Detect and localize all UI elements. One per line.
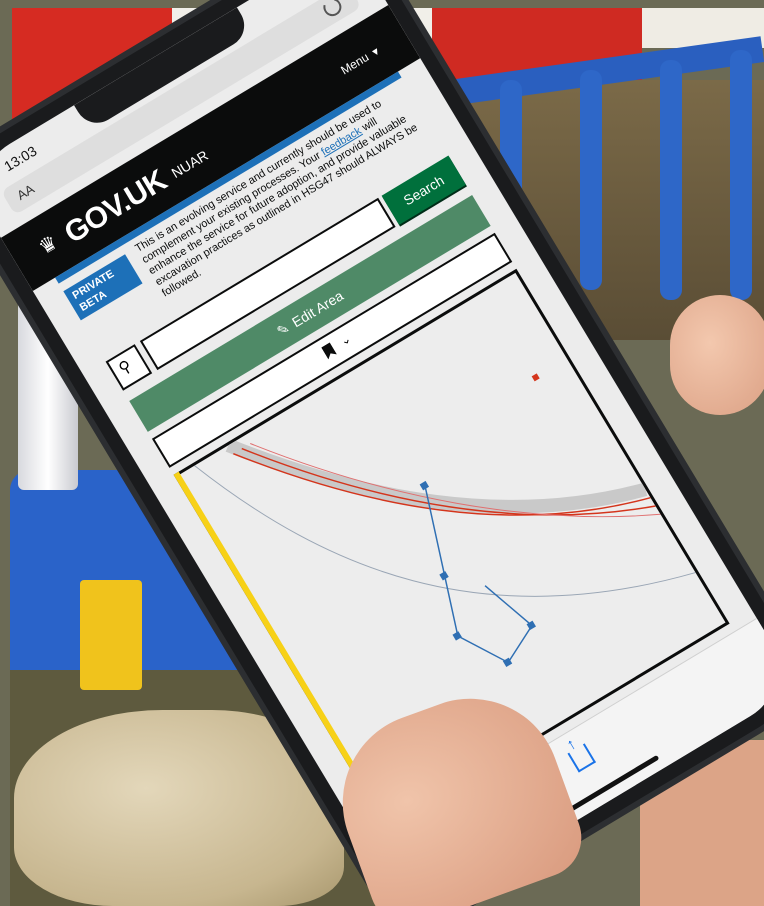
bookmark-icon — [321, 342, 337, 359]
crown-icon: ♛ — [35, 231, 62, 260]
fence-bar — [730, 50, 752, 300]
menu-label: Menu — [338, 49, 372, 78]
service-name[interactable]: NUAR — [169, 147, 211, 181]
edit-area-label: Edit Area — [289, 287, 347, 331]
pencil-icon: ✎ — [273, 319, 293, 340]
yellow-marker-post — [80, 580, 142, 690]
chevron-down-icon: ⌄ — [337, 331, 354, 349]
share-icon[interactable] — [567, 743, 596, 773]
menu-button[interactable]: Menu▼ — [338, 43, 384, 78]
asset-node-red[interactable] — [531, 373, 540, 382]
caret-down-icon: ▼ — [369, 45, 384, 60]
search-icon: ⚲ — [116, 357, 135, 379]
hand-finger — [670, 295, 764, 415]
status-time: 13:03 — [1, 142, 40, 175]
fence-bar — [580, 70, 602, 290]
photo-scene: 13:03 AA ♛ GOV.UK NUAR Menu▼ PRIVATE BETA… — [0, 0, 764, 906]
asset-node[interactable] — [439, 571, 449, 581]
fence-bar — [660, 60, 682, 300]
asset-node[interactable] — [419, 480, 430, 491]
asset-node[interactable] — [452, 631, 462, 641]
